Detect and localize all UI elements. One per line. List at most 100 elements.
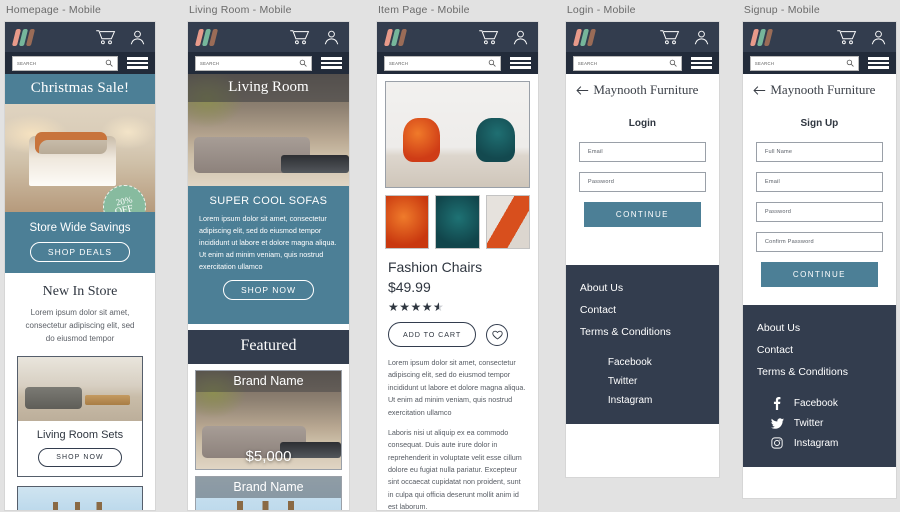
confirm-password-placeholder: Confirm Password bbox=[764, 239, 814, 245]
password-field[interactable]: Password bbox=[578, 172, 706, 192]
app-bar bbox=[187, 22, 349, 52]
social-link-facebook[interactable]: Facebook bbox=[580, 353, 705, 372]
social-label-facebook: Facebook bbox=[607, 357, 652, 368]
search-placeholder: SEARCH bbox=[577, 60, 598, 66]
product-name: Fashion Chairs bbox=[387, 259, 483, 275]
account-icon[interactable] bbox=[693, 29, 710, 46]
hero-image-bedroom: 20% OFF bbox=[5, 104, 155, 212]
footer-link-contact[interactable]: Contact bbox=[580, 299, 705, 321]
menu-icon[interactable] bbox=[690, 57, 712, 69]
email-placeholder: Email bbox=[587, 149, 603, 155]
account-icon[interactable] bbox=[129, 29, 146, 46]
search-icon bbox=[105, 59, 113, 67]
search-placeholder: SEARCH bbox=[754, 60, 775, 66]
account-icon[interactable] bbox=[323, 29, 340, 46]
brand-logo-icon[interactable] bbox=[383, 28, 408, 46]
card-label: Living Room Sets bbox=[36, 428, 124, 441]
cart-icon[interactable] bbox=[659, 29, 681, 45]
hero-caption: Living Room bbox=[187, 74, 349, 102]
thumbnail-chair-table[interactable] bbox=[485, 195, 530, 249]
brand-title: Maynooth Furniture bbox=[593, 82, 699, 97]
confirm-password-field[interactable]: Confirm Password bbox=[755, 232, 883, 252]
search-bar: SEARCH bbox=[742, 52, 896, 74]
search-input[interactable]: SEARCH bbox=[12, 55, 118, 71]
category-card[interactable]: Living Room Sets SHOP NOW bbox=[17, 355, 143, 477]
add-to-cart-button[interactable]: ADD TO CART bbox=[387, 322, 477, 347]
category-card[interactable] bbox=[17, 485, 143, 510]
brand-title: Maynooth Furniture bbox=[770, 82, 876, 97]
search-input[interactable]: SEARCH bbox=[749, 55, 859, 71]
footer-link-contact[interactable]: Contact bbox=[757, 339, 882, 361]
product-description-1: Lorem ipsum dolor sit amet, consectetur … bbox=[387, 358, 526, 417]
continue-button[interactable]: CONTINUE bbox=[583, 202, 701, 227]
social-link-twitter[interactable]: Twitter bbox=[757, 414, 882, 433]
auth-header: Maynooth Furniture bbox=[566, 74, 719, 104]
featured-card[interactable]: Brand Name bbox=[194, 476, 342, 510]
footer-link-about-us[interactable]: About Us bbox=[757, 317, 882, 339]
password-placeholder: Password bbox=[764, 209, 792, 215]
footer-link-terms[interactable]: Terms & Conditions bbox=[757, 361, 882, 383]
account-icon[interactable] bbox=[870, 29, 887, 46]
card-shop-now-button[interactable]: SHOP NOW bbox=[38, 447, 122, 467]
thumbnail-teal-chair[interactable] bbox=[435, 195, 480, 249]
brand-logo-icon[interactable] bbox=[194, 28, 219, 46]
screen-title-signup: Signup - Mobile bbox=[743, 4, 820, 16]
social-link-facebook[interactable]: Facebook bbox=[757, 393, 882, 414]
promo-block: SUPER COOL SOFAS Lorem ipsum dolor sit a… bbox=[187, 186, 349, 325]
auth-header: Maynooth Furniture bbox=[743, 74, 896, 104]
thumbnail-red-chair[interactable] bbox=[384, 195, 430, 249]
cart-icon[interactable] bbox=[478, 29, 500, 45]
phone-frame-item-page: SEARCH Fashion Chairs $49.99 ★★★★★ ★ ADD… bbox=[375, 21, 539, 511]
footer-link-terms[interactable]: Terms & Conditions bbox=[580, 321, 705, 343]
search-icon bbox=[299, 59, 307, 67]
brand-logo-icon[interactable] bbox=[749, 28, 774, 46]
cart-icon[interactable] bbox=[95, 29, 117, 45]
social-links: Facebook Twitter Instagram bbox=[757, 383, 882, 453]
product-details: Fashion Chairs $49.99 ★★★★★ ADD TO CART … bbox=[377, 249, 538, 510]
product-main-image[interactable] bbox=[384, 81, 530, 188]
search-input[interactable]: SEARCH bbox=[572, 55, 682, 71]
shop-deals-button[interactable]: SHOP DEALS bbox=[29, 242, 131, 262]
heart-icon[interactable] bbox=[486, 323, 509, 346]
social-link-instagram[interactable]: Instagram bbox=[757, 433, 882, 453]
cart-icon[interactable] bbox=[289, 29, 311, 45]
password-field[interactable]: Password bbox=[755, 202, 883, 222]
app-bar bbox=[5, 22, 155, 52]
cart-icon[interactable] bbox=[836, 29, 858, 45]
menu-icon[interactable] bbox=[320, 57, 342, 69]
menu-icon[interactable] bbox=[867, 57, 889, 69]
social-label-instagram: Instagram bbox=[793, 437, 839, 449]
search-bar: SEARCH bbox=[565, 52, 719, 74]
search-input[interactable]: SEARCH bbox=[383, 55, 501, 71]
menu-icon[interactable] bbox=[127, 57, 148, 69]
screen-title-item-page: Item Page - Mobile bbox=[377, 4, 470, 16]
email-field[interactable]: Email bbox=[755, 172, 883, 192]
featured-header: Featured bbox=[187, 330, 349, 365]
screen-login: Login - Mobile SEARCH Maynooth Furniture… bbox=[557, 0, 736, 512]
screen-title-homepage: Homepage - Mobile bbox=[6, 4, 102, 16]
social-link-twitter[interactable]: Twitter bbox=[580, 372, 705, 391]
account-icon[interactable] bbox=[512, 29, 529, 46]
phone-frame-living-room: SEARCH Living Room SUPER COOL SOFAS Lore… bbox=[186, 21, 350, 511]
login-form: Login Email Password CONTINUE bbox=[566, 104, 719, 227]
search-icon bbox=[669, 59, 677, 67]
footer: About Us Contact Terms & Conditions Face… bbox=[565, 265, 719, 424]
featured-card[interactable]: Brand Name $5,000 bbox=[194, 370, 342, 471]
phone-frame-homepage: SEARCH Christmas Sale! 20% OFF Store Wid… bbox=[4, 21, 156, 511]
search-placeholder: SEARCH bbox=[199, 60, 220, 66]
email-field[interactable]: Email bbox=[578, 142, 706, 162]
menu-icon[interactable] bbox=[509, 57, 531, 69]
promo-shop-now-button[interactable]: SHOP NOW bbox=[222, 280, 315, 301]
section-lead-text: Lorem ipsum dolor sit amet, consectetur … bbox=[25, 308, 135, 344]
mockup-board: Homepage - Mobile SEARCH Christmas Sale!… bbox=[0, 0, 900, 512]
full-name-placeholder: Full Name bbox=[764, 149, 793, 155]
brand-logo-icon[interactable] bbox=[572, 28, 597, 46]
full-name-field[interactable]: Full Name bbox=[755, 142, 883, 162]
savings-text: Store Wide Savings bbox=[29, 222, 131, 234]
social-link-instagram[interactable]: Instagram bbox=[580, 391, 705, 410]
footer-link-about-us[interactable]: About Us bbox=[580, 277, 705, 299]
search-placeholder: SEARCH bbox=[17, 60, 37, 66]
continue-button[interactable]: CONTINUE bbox=[760, 262, 878, 287]
brand-logo-icon[interactable] bbox=[11, 28, 36, 46]
search-input[interactable]: SEARCH bbox=[194, 55, 312, 71]
